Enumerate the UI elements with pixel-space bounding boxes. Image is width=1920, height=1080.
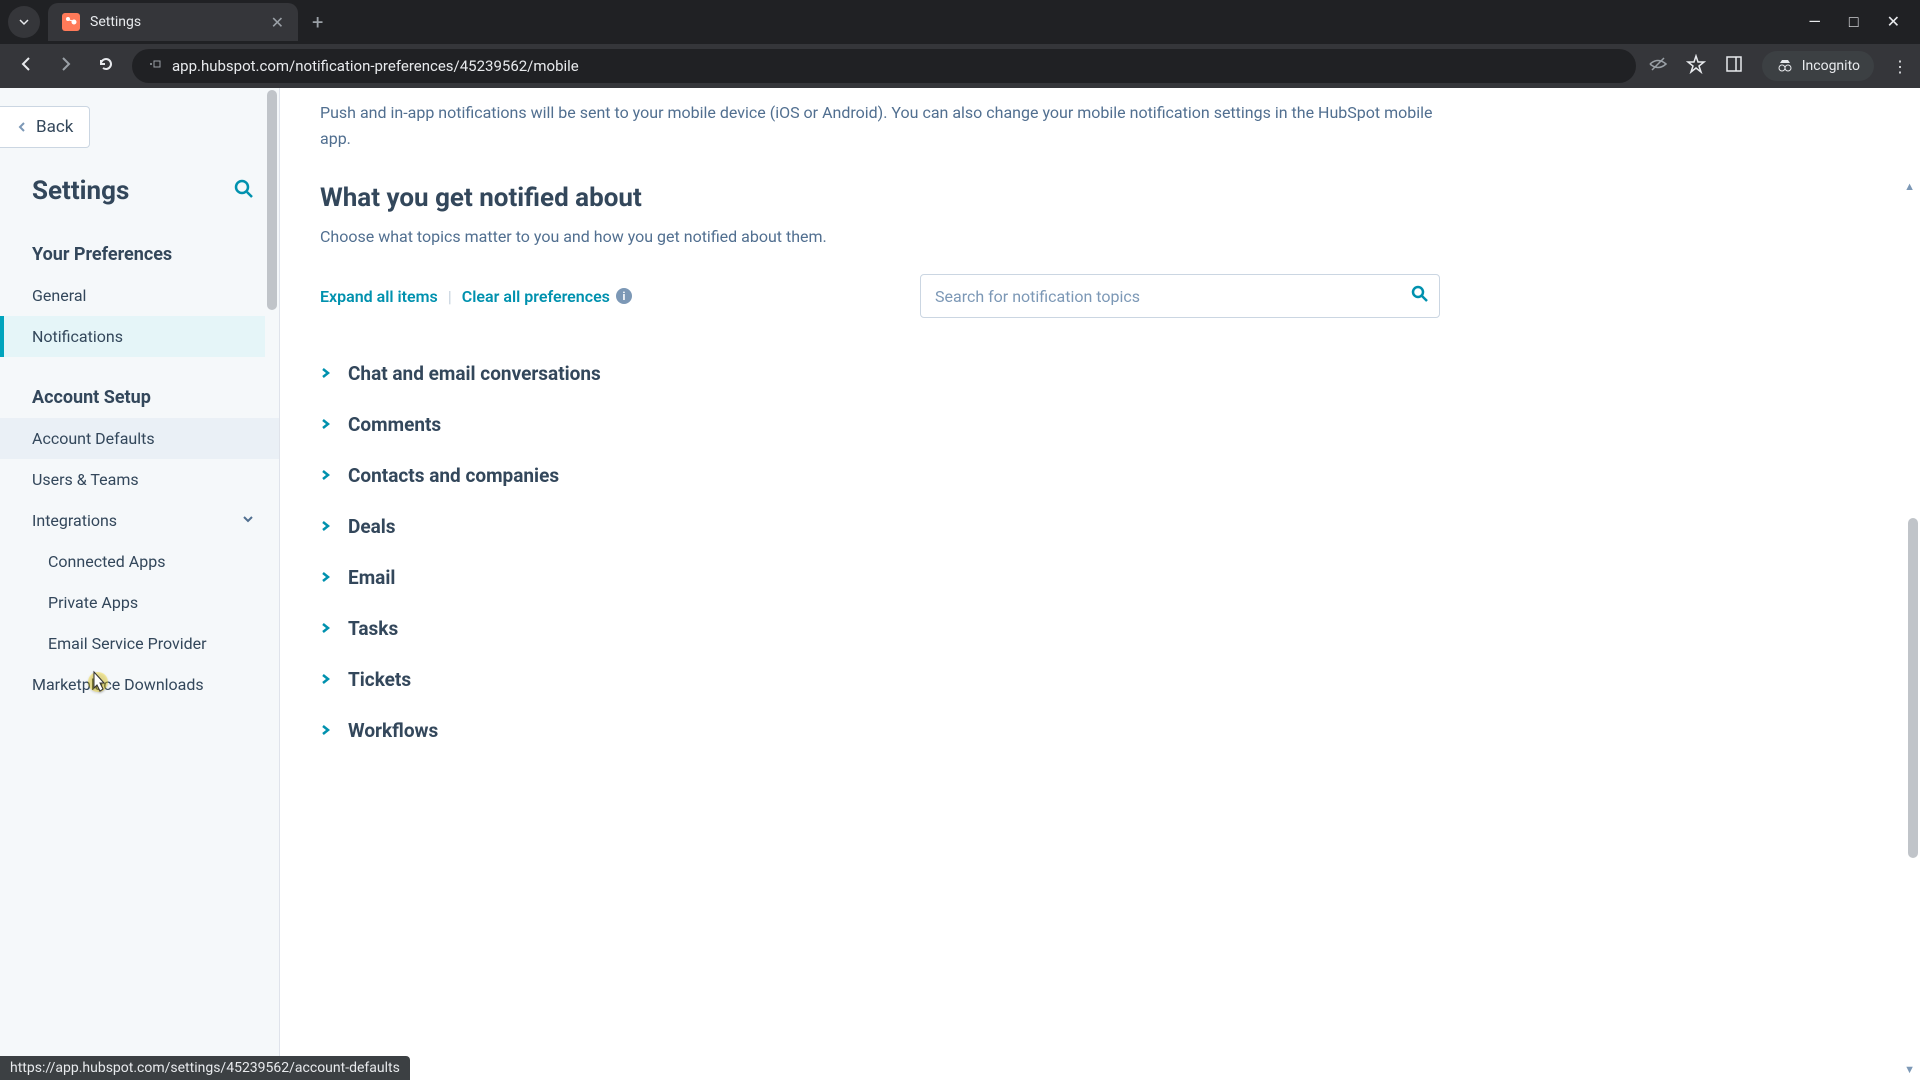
topic-label: Comments — [348, 413, 441, 436]
back-nav-icon[interactable] — [12, 55, 40, 77]
sidebar-item-connected-apps[interactable]: Connected Apps — [0, 541, 279, 582]
window-controls: ― □ ✕ — [1808, 12, 1920, 32]
topic-label: Contacts and companies — [348, 464, 559, 487]
section-description: Choose what topics matter to you and how… — [320, 227, 1880, 246]
topic-item[interactable]: Contacts and companies — [320, 450, 1440, 501]
sidebar-item-email-service[interactable]: Email Service Provider — [0, 623, 279, 664]
chevron-right-icon — [320, 364, 332, 383]
new-tab-button[interactable]: + — [312, 10, 323, 34]
controls-row: Expand all items | Clear all preferences… — [320, 274, 1440, 318]
main-scroll-thumb[interactable] — [1908, 518, 1918, 858]
nav-section-title-account: Account Setup — [0, 377, 279, 418]
sidebar: Back Settings Your Preferences General N… — [0, 88, 280, 1080]
search-box — [920, 274, 1440, 318]
main-content: Push and in-app notifications will be se… — [280, 88, 1920, 1080]
chevron-right-icon — [320, 415, 332, 434]
forward-nav-icon[interactable] — [52, 55, 80, 77]
minimize-icon[interactable]: ― — [1808, 12, 1821, 32]
scroll-up-icon[interactable]: ▲ — [1904, 180, 1915, 193]
url-bar[interactable]: app.hubspot.com/notification-preferences… — [132, 49, 1636, 83]
tab-close-icon[interactable]: ✕ — [271, 13, 284, 32]
browser-tab[interactable]: Settings ✕ — [48, 3, 298, 41]
chevron-left-icon — [16, 121, 28, 133]
side-panel-icon[interactable] — [1724, 54, 1744, 78]
scroll-down-icon[interactable]: ▼ — [1904, 1063, 1915, 1076]
sidebar-item-private-apps[interactable]: Private Apps — [0, 582, 279, 623]
topic-item[interactable]: Workflows — [320, 705, 1440, 756]
browser-chrome: Settings ✕ + ― □ ✕ app.hubspot.com/notif… — [0, 0, 1920, 88]
menu-dots-icon[interactable]: ⋮ — [1892, 57, 1908, 76]
chevron-right-icon — [320, 670, 332, 689]
topic-item[interactable]: Email — [320, 552, 1440, 603]
reload-icon[interactable] — [92, 55, 120, 77]
nav-section-title-preferences: Your Preferences — [0, 234, 279, 275]
sidebar-item-account-defaults[interactable]: Account Defaults — [0, 418, 279, 459]
status-bar: https://app.hubspot.com/settings/4523956… — [0, 1056, 410, 1080]
app: Back Settings Your Preferences General N… — [0, 88, 1920, 1080]
site-info-icon[interactable] — [148, 57, 162, 75]
search-input[interactable] — [920, 274, 1440, 318]
sidebar-item-general[interactable]: General — [0, 275, 279, 316]
sidebar-search-icon[interactable] — [233, 178, 255, 204]
topic-label: Workflows — [348, 719, 438, 742]
sidebar-item-marketplace[interactable]: Marketplace Downloads — [0, 664, 279, 705]
link-actions: Expand all items | Clear all preferences… — [320, 287, 632, 306]
tab-title: Settings — [90, 14, 261, 30]
incognito-label: Incognito — [1802, 58, 1860, 74]
maximize-icon[interactable]: □ — [1849, 12, 1859, 32]
topic-label: Tasks — [348, 617, 398, 640]
close-window-icon[interactable]: ✕ — [1887, 12, 1900, 32]
link-separator: | — [448, 287, 452, 306]
chevron-right-icon — [320, 721, 332, 740]
section-title: What you get notified about — [320, 183, 1880, 213]
sidebar-scrollbar[interactable] — [265, 88, 279, 368]
sidebar-title: Settings — [32, 176, 129, 206]
incognito-icon — [1776, 57, 1794, 75]
incognito-badge[interactable]: Incognito — [1762, 51, 1874, 81]
intro-text: Push and in-app notifications will be se… — [320, 100, 1440, 151]
topic-item[interactable]: Deals — [320, 501, 1440, 552]
chevron-down-icon — [241, 511, 255, 530]
bookmark-star-icon[interactable] — [1686, 54, 1706, 78]
sidebar-scroll-thumb[interactable] — [267, 90, 277, 310]
topic-item[interactable]: Tasks — [320, 603, 1440, 654]
sidebar-item-users-teams[interactable]: Users & Teams — [0, 459, 279, 500]
expand-all-link[interactable]: Expand all items — [320, 287, 438, 306]
search-icon[interactable] — [1410, 284, 1430, 308]
tab-bar: Settings ✕ + ― □ ✕ — [0, 0, 1920, 44]
info-icon[interactable]: i — [616, 288, 632, 304]
browser-toolbar: app.hubspot.com/notification-preferences… — [0, 44, 1920, 88]
topic-label: Deals — [348, 515, 396, 538]
topic-item[interactable]: Tickets — [320, 654, 1440, 705]
sidebar-item-notifications[interactable]: Notifications — [0, 316, 279, 357]
topic-label: Chat and email conversations — [348, 362, 601, 385]
topic-label: Email — [348, 566, 395, 589]
back-button[interactable]: Back — [0, 106, 90, 148]
back-label: Back — [36, 117, 73, 137]
chevron-right-icon — [320, 619, 332, 638]
hubspot-favicon-icon — [62, 13, 80, 31]
topic-label: Tickets — [348, 668, 411, 691]
eye-blocked-icon[interactable] — [1648, 54, 1668, 78]
toolbar-icons: Incognito ⋮ — [1648, 51, 1908, 81]
tab-search-button[interactable] — [8, 6, 40, 38]
chevron-right-icon — [320, 466, 332, 485]
nav-section-account: Account Setup Account Defaults Users & T… — [0, 367, 279, 715]
clear-all-link[interactable]: Clear all preferences — [462, 287, 610, 306]
chevron-right-icon — [320, 568, 332, 587]
topic-item[interactable]: Comments — [320, 399, 1440, 450]
sidebar-item-integrations[interactable]: Integrations — [0, 500, 279, 541]
nav-section-preferences: Your Preferences General Notifications — [0, 224, 279, 367]
url-text: app.hubspot.com/notification-preferences… — [172, 57, 579, 75]
topic-item[interactable]: Chat and email conversations — [320, 348, 1440, 399]
sidebar-header: Settings — [0, 148, 279, 224]
topic-list: Chat and email conversations Comments Co… — [320, 348, 1440, 756]
chevron-right-icon — [320, 517, 332, 536]
